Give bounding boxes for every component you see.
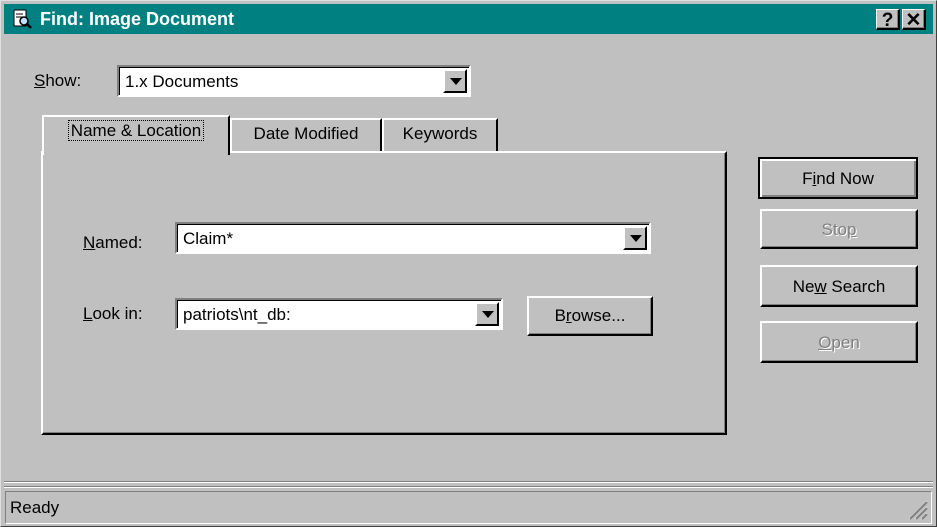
- named-combo[interactable]: Claim*: [175, 222, 651, 254]
- tab-panel: [41, 151, 727, 435]
- stop-button[interactable]: Stop: [760, 209, 918, 249]
- look-in-combo[interactable]: patriots\nt_db:: [175, 298, 503, 330]
- show-value: 1.x Documents: [125, 72, 239, 91]
- look-in-value: patriots\nt_db:: [183, 305, 291, 324]
- chevron-down-icon[interactable]: [443, 69, 467, 93]
- chevron-down-icon[interactable]: [475, 302, 499, 326]
- close-button[interactable]: ✕: [902, 9, 926, 31]
- show-label: Show:: [34, 71, 82, 90]
- look-in-label: Look in:: [83, 304, 143, 323]
- tab-date-modified[interactable]: Date Modified: [230, 118, 382, 151]
- title-bar[interactable]: Find: Image Document ? ✕: [4, 4, 933, 34]
- status-bar: Ready: [5, 491, 932, 524]
- status-text: Ready: [10, 498, 60, 517]
- tab-name-location[interactable]: Name & Location: [42, 115, 230, 155]
- divider: [4, 486, 933, 488]
- new-search-button[interactable]: New Search: [760, 265, 918, 307]
- browse-button[interactable]: Browse...: [527, 296, 653, 336]
- divider: [4, 481, 933, 483]
- open-button[interactable]: Open: [760, 321, 918, 363]
- help-button[interactable]: ?: [876, 9, 900, 31]
- find-dialog: Find: Image Document ? ✕ Show: 1.x Docum…: [0, 0, 937, 527]
- chevron-down-icon[interactable]: [623, 226, 647, 250]
- show-dropdown[interactable]: 1.x Documents: [117, 65, 471, 97]
- named-value: Claim*: [183, 229, 234, 248]
- find-document-icon: [13, 9, 32, 29]
- window-title: Find: Image Document: [40, 9, 235, 29]
- find-now-button[interactable]: Find Now: [758, 157, 918, 199]
- tab-keywords[interactable]: Keywords: [382, 118, 498, 151]
- named-label: Named:: [83, 233, 143, 252]
- resize-grip-icon[interactable]: [906, 498, 928, 520]
